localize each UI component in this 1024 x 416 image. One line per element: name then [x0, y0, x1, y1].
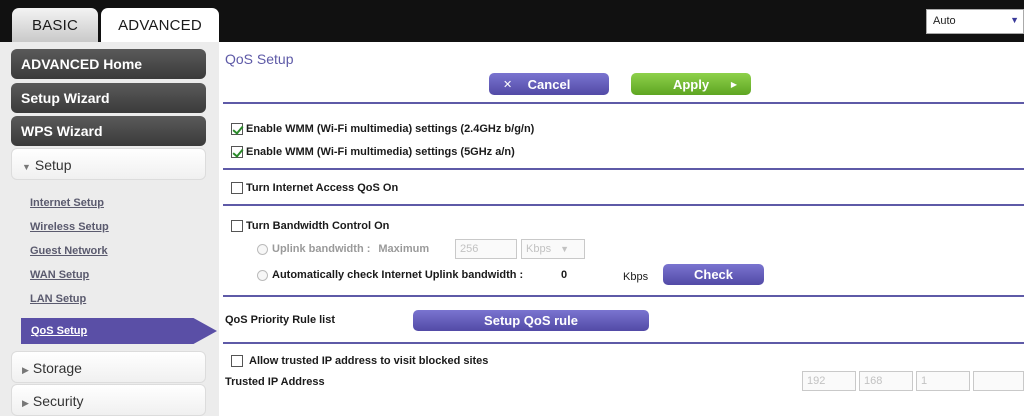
sidebar-section-label: Storage [32, 360, 82, 376]
tab-advanced[interactable]: ADVANCED [101, 8, 219, 42]
setup-qos-rule-button[interactable]: Setup QoS rule [413, 310, 649, 331]
language-select-value: Auto [933, 15, 956, 27]
sidebar-section-label: Security [32, 393, 84, 409]
bandwidth-control-label: Turn Bandwidth Control On [246, 220, 390, 232]
uplink-unit-select[interactable]: Kbps ▼ [521, 239, 585, 259]
qos-on-row: Turn Internet Access QoS On [231, 182, 398, 194]
check-button[interactable]: Check [663, 264, 764, 285]
sidebar-section-security[interactable]: ▶ Security [11, 384, 206, 416]
cancel-button[interactable]: ✕ Cancel [489, 73, 609, 95]
sidebar-item-wireless-setup[interactable]: Wireless Setup [30, 221, 109, 233]
page-title: QoS Setup [225, 51, 294, 67]
wmm-5ghz-row: Enable WMM (Wi-Fi multimedia) settings (… [231, 146, 515, 158]
auto-check-row: Automatically check Internet Uplink band… [257, 269, 523, 281]
uplink-unit-value: Kbps [526, 243, 552, 255]
sidebar-setup-wizard[interactable]: Setup Wizard [11, 83, 206, 113]
wmm-24ghz-checkbox[interactable] [231, 123, 243, 135]
expanded-arrow-icon: ▼ [22, 162, 31, 172]
sidebar-wps-wizard[interactable]: WPS Wizard [11, 116, 206, 146]
uplink-label: Uplink bandwidth : [272, 243, 371, 255]
chevron-down-icon: ▼ [560, 244, 570, 254]
sidebar-section-label: Setup [34, 157, 72, 173]
trusted-ip-row: Allow trusted IP address to visit blocke… [231, 355, 488, 367]
trusted-ip-label: Trusted IP Address [225, 376, 325, 388]
bandwidth-control-checkbox[interactable] [231, 220, 243, 232]
sidebar-advanced-home[interactable]: ADVANCED Home [11, 49, 206, 79]
sidebar-item-lan-setup[interactable]: LAN Setup [30, 293, 86, 305]
language-select[interactable]: Auto ▼ [926, 9, 1024, 34]
cancel-button-label: Cancel [527, 76, 571, 92]
trusted-ip-octet-3[interactable]: 1 [916, 371, 970, 391]
auto-check-value: 0 [561, 269, 568, 281]
qos-on-label: Turn Internet Access QoS On [246, 182, 399, 194]
trusted-ip-octet-4[interactable] [973, 371, 1024, 391]
wmm-5ghz-checkbox[interactable] [231, 146, 243, 158]
auto-check-radio[interactable] [257, 269, 268, 281]
trusted-ip-checkbox[interactable] [231, 355, 243, 367]
maximum-label: Maximum [378, 243, 430, 255]
sidebar-section-setup[interactable]: ▼ Setup [11, 148, 206, 180]
arrow-right-icon: ▶ [730, 79, 737, 89]
main-content: QoS Setup ✕ Cancel Apply ▶ Enable WMM (W… [219, 42, 1024, 416]
sidebar-item-internet-setup[interactable]: Internet Setup [30, 197, 104, 209]
uplink-radio[interactable] [257, 243, 268, 255]
sidebar-item-guest-network[interactable]: Guest Network [30, 245, 108, 257]
collapsed-arrow-icon: ▶ [22, 398, 29, 408]
qos-on-checkbox[interactable] [231, 182, 243, 194]
collapsed-arrow-icon: ▶ [22, 365, 29, 375]
uplink-row: Uplink bandwidth : Maximum [257, 243, 429, 255]
apply-button[interactable]: Apply ▶ [631, 73, 751, 95]
trusted-ip-allow-label: Allow trusted IP address to visit blocke… [249, 355, 489, 367]
sidebar-section-storage[interactable]: ▶ Storage [11, 351, 206, 383]
qos-priority-label: QoS Priority Rule list [225, 314, 336, 326]
divider [223, 204, 1024, 206]
sidebar-item-qos-setup[interactable]: QoS Setup [21, 318, 217, 344]
sidebar: ADVANCED Home Setup Wizard WPS Wizard ▼ S… [0, 42, 219, 416]
auto-check-label: Automatically check Internet Uplink band… [272, 269, 524, 281]
auto-check-unit: Kbps [623, 271, 649, 283]
divider [223, 295, 1024, 297]
wmm-24ghz-label: Enable WMM (Wi-Fi multimedia) settings (… [246, 123, 535, 135]
bandwidth-control-row: Turn Bandwidth Control On [231, 220, 389, 232]
divider [223, 342, 1024, 344]
sidebar-item-wan-setup[interactable]: WAN Setup [30, 269, 89, 281]
wmm-5ghz-label: Enable WMM (Wi-Fi multimedia) settings (… [246, 146, 515, 158]
uplink-maximum-input[interactable]: 256 [455, 239, 517, 259]
wmm-24ghz-row: Enable WMM (Wi-Fi multimedia) settings (… [231, 123, 534, 135]
trusted-ip-octet-1[interactable]: 192 [802, 371, 856, 391]
chevron-down-icon: ▼ [1010, 15, 1019, 25]
apply-button-label: Apply [672, 76, 710, 92]
divider [223, 102, 1024, 104]
close-icon: ✕ [503, 78, 513, 91]
divider [223, 168, 1024, 170]
trusted-ip-octet-2[interactable]: 168 [859, 371, 913, 391]
top-bar: BASIC ADVANCED Auto ▼ [0, 0, 1024, 42]
tab-basic[interactable]: BASIC [12, 8, 98, 42]
